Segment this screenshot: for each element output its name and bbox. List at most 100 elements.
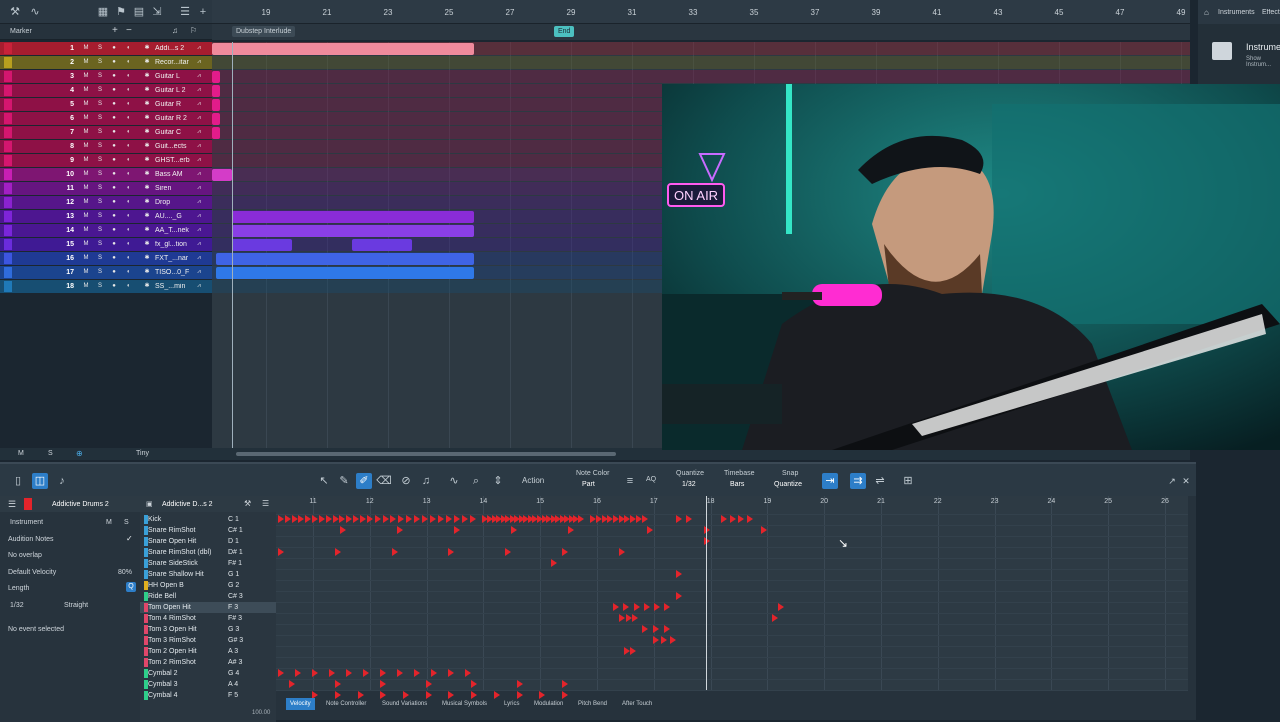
drum-hit[interactable] (510, 526, 517, 534)
drum-hit[interactable] (675, 515, 682, 523)
track-solo-button[interactable]: S (94, 155, 106, 166)
track-row[interactable]: 8 M S ● ◖ ✱ Guit...ects ⩘ (0, 140, 212, 153)
drum-hit[interactable] (312, 515, 319, 523)
drum-hit[interactable] (618, 614, 625, 622)
bend-tool-icon[interactable]: ∿ (446, 473, 462, 489)
drum-hit[interactable] (630, 647, 637, 655)
track-solo-button[interactable]: S (94, 267, 106, 278)
monitor-icon[interactable]: ◖ (122, 183, 134, 194)
drum-row[interactable]: Tom 3 RimShot G# 3 (140, 635, 276, 646)
audio-clip[interactable] (212, 99, 220, 111)
timebase-select[interactable]: Bars (730, 481, 744, 488)
record-icon[interactable]: ● (108, 267, 120, 278)
lane-tab-lyrics[interactable]: Lyrics (500, 698, 523, 710)
close-editor-icon[interactable]: ✕ (1178, 473, 1194, 489)
action-menu[interactable]: Action (522, 476, 544, 485)
drum-hit[interactable] (623, 603, 630, 611)
record-icon[interactable]: ● (108, 183, 120, 194)
track-solo-button[interactable]: S (94, 197, 106, 208)
audio-clip[interactable] (232, 239, 292, 251)
lane-tab-musical-symbols[interactable]: Musical Symbols (438, 698, 491, 710)
drum-hit[interactable] (397, 669, 404, 677)
track-row[interactable]: 7 M S ● ◖ ✱ Guitar C ⩘ (0, 126, 212, 139)
snap-select[interactable]: Quantize (774, 481, 802, 488)
lane-tab-sound-variations[interactable]: Sound Variations (378, 698, 431, 710)
drum-hit[interactable] (398, 515, 405, 523)
track-solo-button[interactable]: S (94, 183, 106, 194)
paint-tool-icon[interactable]: ✐ (356, 473, 372, 489)
drum-row[interactable]: Kick C 1 (140, 514, 276, 525)
drum-hit[interactable] (359, 515, 366, 523)
drum-hit[interactable] (625, 614, 632, 622)
marker-lane[interactable]: Dubstep Interlude End (212, 24, 1190, 40)
lane-tab-velocity[interactable]: Velocity (286, 698, 315, 710)
instrument-icon[interactable]: ✱ (141, 211, 153, 222)
lane-tab-note-controller[interactable]: Note Controller (322, 698, 370, 710)
mute-button[interactable]: M (106, 519, 112, 526)
grid-view-icon[interactable]: ⊞ (900, 473, 916, 489)
drum-hit[interactable] (704, 537, 710, 545)
solo-button[interactable]: S (124, 519, 129, 526)
record-icon[interactable]: ● (108, 225, 120, 236)
drum-hit[interactable] (633, 603, 640, 611)
monitor-icon[interactable]: ◖ (122, 267, 134, 278)
drum-hit[interactable] (738, 515, 745, 523)
monitor-icon[interactable]: ◖ (122, 239, 134, 250)
automation-icon[interactable]: ⩘ (193, 197, 205, 208)
drum-hit[interactable] (448, 548, 455, 556)
record-icon[interactable]: ● (108, 197, 120, 208)
layers-icon[interactable]: ▤ (132, 5, 146, 19)
snap-toggle-icon[interactable]: ⇥ (822, 473, 838, 489)
track-mute-button[interactable]: M (80, 183, 92, 194)
track-row[interactable]: 17 M S ● ◖ ✱ TISO...0_F ⩘ (0, 266, 212, 279)
marker-list-icon[interactable]: ♫ (172, 26, 178, 35)
drum-hit[interactable] (431, 669, 438, 677)
track-row[interactable]: 6 M S ● ◖ ✱ Guitar R 2 ⩘ (0, 112, 212, 125)
instrument-icon[interactable]: ✱ (141, 141, 153, 152)
arrow-tool-icon[interactable]: ↖ (316, 473, 332, 489)
audio-quantize-button[interactable]: AQ (646, 476, 656, 483)
track-mute-button[interactable]: M (80, 85, 92, 96)
monitor-icon[interactable]: ◖ (122, 211, 134, 222)
drum-hit[interactable] (760, 526, 767, 534)
monitor-icon[interactable]: ◖ (122, 99, 134, 110)
track-mute-button[interactable]: M (80, 239, 92, 250)
drum-hit[interactable] (577, 515, 584, 523)
lane-tab-after-touch[interactable]: After Touch (618, 698, 656, 710)
drum-hit[interactable] (339, 515, 346, 523)
drum-row[interactable]: Snare RimShot (dbl) D# 1 (140, 547, 276, 558)
pitch-icon[interactable]: ♪ (54, 473, 70, 489)
drum-hit[interactable] (448, 669, 455, 677)
drum-hit[interactable] (772, 614, 779, 622)
drum-hit[interactable] (465, 669, 472, 677)
list-icon[interactable]: ☰ (8, 499, 16, 510)
track-mute-button[interactable]: M (80, 267, 92, 278)
drum-hit[interactable] (425, 680, 432, 688)
drum-hit[interactable] (325, 515, 332, 523)
audio-clip[interactable] (212, 127, 220, 139)
drum-hit[interactable] (664, 603, 671, 611)
drum-hit[interactable] (654, 603, 661, 611)
track-row[interactable]: 4 M S ● ◖ ✱ Guitar L 2 ⩘ (0, 84, 212, 97)
automation-icon[interactable]: ⩘ (193, 141, 205, 152)
track-solo-button[interactable]: S (94, 253, 106, 264)
drum-map-select[interactable]: Addictive D...s 2 (162, 501, 213, 508)
instrument-name[interactable]: Addictive Drums 2 (52, 501, 109, 508)
drum-hit[interactable] (312, 669, 319, 677)
drum-hit[interactable] (652, 636, 659, 644)
drum-hit[interactable] (471, 680, 478, 688)
track-solo-button[interactable]: S (94, 57, 106, 68)
record-icon[interactable]: ● (108, 71, 120, 82)
drum-hit[interactable] (390, 515, 397, 523)
drum-hit[interactable] (562, 680, 568, 688)
drum-hit[interactable] (721, 515, 728, 523)
track-solo-button[interactable]: S (94, 239, 106, 250)
drum-row[interactable]: Tom 3 Open Hit G 3 (140, 624, 276, 635)
editor-inspector-toggle-icon[interactable]: ▯ (10, 473, 26, 489)
drum-hit[interactable] (346, 515, 353, 523)
drum-hit[interactable] (278, 548, 284, 556)
pencil-tool-icon[interactable]: ✎ (336, 473, 352, 489)
drum-hit[interactable] (414, 515, 421, 523)
drum-hit[interactable] (446, 515, 453, 523)
drum-hit[interactable] (652, 625, 659, 633)
